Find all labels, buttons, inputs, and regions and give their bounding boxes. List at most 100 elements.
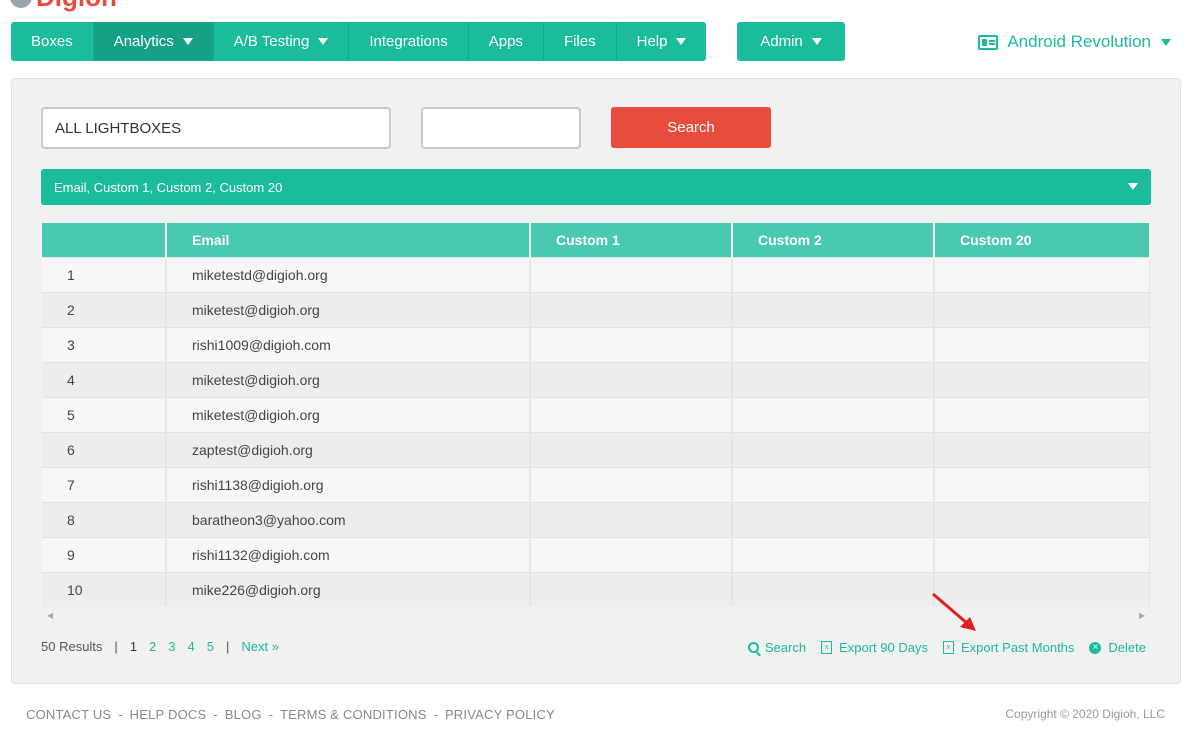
excel-file-icon: x xyxy=(942,641,954,654)
row-custom2 xyxy=(732,501,935,537)
results-count: 50 Results xyxy=(41,639,103,654)
row-custom1 xyxy=(530,256,733,292)
row-custom20 xyxy=(934,361,1150,397)
secondary-filter-input[interactable] xyxy=(421,107,581,149)
row-custom1 xyxy=(530,571,733,607)
footer-link-blog[interactable]: BLOG xyxy=(225,707,262,722)
nav-label: Help xyxy=(636,33,668,50)
table-row: 1 miketestd@digioh.org xyxy=(42,256,1150,292)
nav-label: Boxes xyxy=(31,33,73,50)
account-switcher[interactable]: Android Revolution xyxy=(978,32,1171,52)
search-action[interactable]: Search xyxy=(747,640,807,655)
nav-item-files[interactable]: Files xyxy=(544,22,617,61)
table-row: 5 miketest@digioh.org xyxy=(42,396,1150,432)
footer-links: CONTACT US - HELP DOCS - BLOG - TERMS & … xyxy=(26,707,555,722)
excel-file-icon: x xyxy=(821,641,833,654)
delete-action-label: Delete xyxy=(1108,640,1146,655)
row-custom20 xyxy=(934,291,1150,327)
col-header-custom2[interactable]: Custom 2 xyxy=(732,223,935,257)
row-custom1 xyxy=(530,466,733,502)
row-custom2 xyxy=(732,396,935,432)
pagination: 50 Results | 1 2 3 4 5 | Next » xyxy=(41,639,279,654)
admin-menu-button[interactable]: Admin xyxy=(737,22,845,61)
row-custom20 xyxy=(934,536,1150,572)
footer-link-terms[interactable]: TERMS & CONDITIONS xyxy=(280,707,427,722)
footer-link-contact[interactable]: CONTACT US xyxy=(26,707,111,722)
search-action-label: Search xyxy=(764,640,807,655)
page-link-3[interactable]: 3 xyxy=(168,639,175,654)
page-link-4[interactable]: 4 xyxy=(188,639,195,654)
row-custom1 xyxy=(530,396,733,432)
admin-label: Admin xyxy=(760,33,803,50)
logo-text: Digioh xyxy=(36,0,117,10)
col-header-index xyxy=(42,223,167,257)
export-90-days-action[interactable]: x Export 90 Days xyxy=(821,640,928,655)
results-table-container[interactable]: Email Custom 1 Custom 2 Custom 20 1 miket… xyxy=(42,223,1150,607)
nav-item-help[interactable]: Help xyxy=(617,22,707,61)
account-name: Android Revolution xyxy=(1007,32,1151,51)
table-row: 4 miketest@digioh.org xyxy=(42,361,1150,397)
row-index: 2 xyxy=(42,291,167,327)
col-header-custom1[interactable]: Custom 1 xyxy=(530,223,733,257)
row-custom2 xyxy=(732,571,935,607)
results-table: Email Custom 1 Custom 2 Custom 20 1 miket… xyxy=(42,223,1150,607)
row-custom20 xyxy=(934,466,1150,502)
col-header-email[interactable]: Email xyxy=(166,223,531,257)
annotation-arrow-icon xyxy=(932,592,976,631)
row-custom2 xyxy=(732,431,935,467)
row-email: miketest@digioh.org xyxy=(166,361,531,397)
next-page-link[interactable]: Next » xyxy=(241,639,279,654)
table-row: 6 zaptest@digioh.org xyxy=(42,431,1150,467)
caret-down-icon xyxy=(318,38,329,45)
row-email: rishi1132@digioh.com xyxy=(166,536,531,572)
nav-item-boxes[interactable]: Boxes xyxy=(11,22,94,61)
nav-item-analytics[interactable]: Analytics xyxy=(93,22,214,61)
delete-action[interactable]: × Delete xyxy=(1089,640,1146,655)
export-90-label: Export 90 Days xyxy=(839,640,928,655)
nav-item-integrations[interactable]: Integrations xyxy=(349,22,469,61)
row-custom20 xyxy=(934,256,1150,292)
nav-label: Files xyxy=(563,33,596,50)
row-index: 7 xyxy=(42,466,167,502)
copyright-text: Copyright © 2020 Digioh, LLC xyxy=(1005,707,1165,721)
footer-link-help-docs[interactable]: HELP DOCS xyxy=(130,707,207,722)
fields-select[interactable]: Email, Custom 1, Custom 2, Custom 20 xyxy=(41,169,1151,205)
results-panel: Search Email, Custom 1, Custom 2, Custom… xyxy=(11,78,1181,684)
export-past-label: Export Past Months xyxy=(960,640,1075,655)
nav-item-ab-testing[interactable]: A/B Testing xyxy=(214,22,350,61)
row-index: 3 xyxy=(42,326,167,362)
brand-logo[interactable]: Digioh xyxy=(10,0,117,10)
row-custom2 xyxy=(732,466,935,502)
row-custom2 xyxy=(732,326,935,362)
row-custom2 xyxy=(732,256,935,292)
table-row: 3 rishi1009@digioh.com xyxy=(42,326,1150,362)
footer-link-privacy[interactable]: PRIVACY POLICY xyxy=(445,707,555,722)
row-custom2 xyxy=(732,536,935,572)
caret-down-icon xyxy=(1161,38,1171,46)
id-card-icon xyxy=(978,34,999,50)
lightbox-select[interactable] xyxy=(41,107,391,149)
scroll-right-arrow-icon[interactable]: ▶ xyxy=(1139,611,1145,620)
page-link-2[interactable]: 2 xyxy=(149,639,156,654)
scroll-left-arrow-icon[interactable]: ◀ xyxy=(47,611,53,620)
row-custom20 xyxy=(934,501,1150,537)
nav-label: Apps xyxy=(488,33,523,50)
search-icon xyxy=(747,642,759,653)
row-index: 8 xyxy=(42,501,167,537)
col-header-custom20[interactable]: Custom 20 xyxy=(934,223,1150,257)
row-index: 4 xyxy=(42,361,167,397)
table-row: 10 mike226@digioh.org xyxy=(42,571,1150,607)
caret-down-icon xyxy=(1128,183,1138,190)
row-custom20 xyxy=(934,326,1150,362)
nav-item-apps[interactable]: Apps xyxy=(469,22,544,61)
row-custom1 xyxy=(530,501,733,537)
search-button[interactable]: Search xyxy=(611,107,771,148)
table-row: 2 miketest@digioh.org xyxy=(42,291,1150,327)
row-custom1 xyxy=(530,291,733,327)
row-custom20 xyxy=(934,431,1150,467)
page-link-5[interactable]: 5 xyxy=(207,639,214,654)
row-custom2 xyxy=(732,291,935,327)
export-past-months-action[interactable]: x Export Past Months xyxy=(942,640,1075,655)
page-link-1[interactable]: 1 xyxy=(130,639,137,654)
nav-label: Integrations xyxy=(369,33,448,50)
